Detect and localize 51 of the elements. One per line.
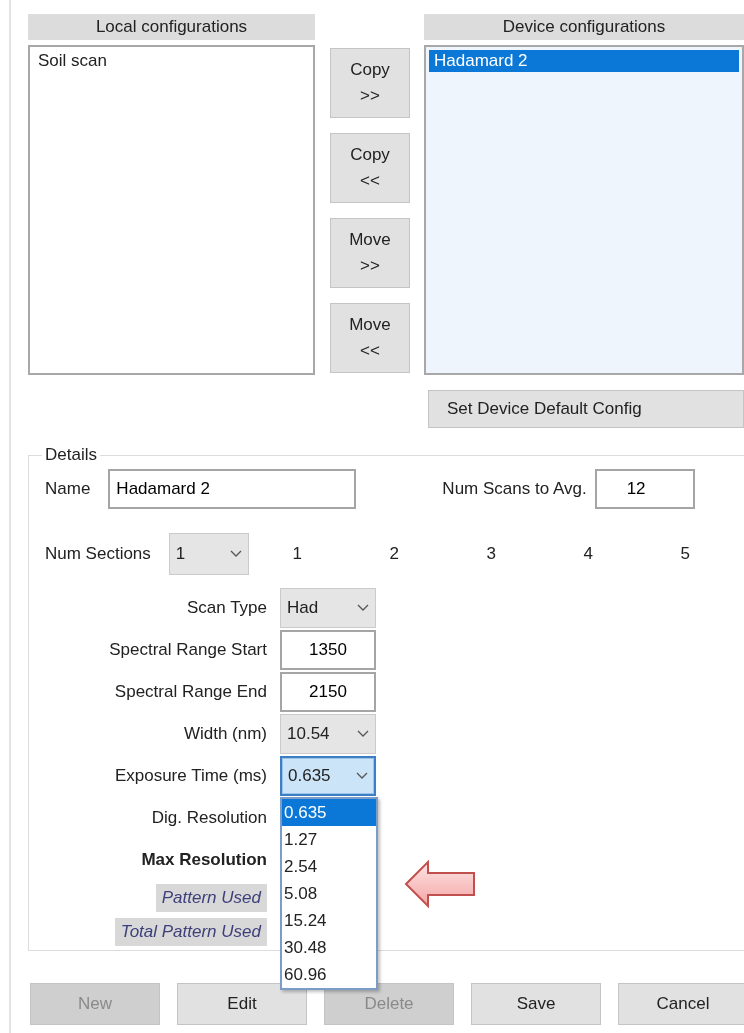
scans-field[interactable]: 12 [594, 469, 695, 509]
dropdown-option[interactable]: 5.08 [282, 880, 376, 907]
list-item[interactable]: Hadamard 2 [429, 50, 739, 72]
chevron-down-icon [357, 604, 369, 612]
value-dropdown[interactable]: Had [280, 588, 376, 628]
value-field[interactable]: 1350 [280, 630, 376, 670]
column-number: 3 [485, 544, 498, 564]
field-label: Max Resolution [140, 850, 267, 870]
transfer-button[interactable]: Move << [330, 303, 410, 373]
column-number: 4 [582, 544, 595, 564]
column-number: 2 [388, 544, 401, 564]
dropdown-option[interactable]: 1.27 [282, 826, 376, 853]
list-header: Local configurations [28, 14, 315, 40]
arrow-icon [404, 860, 476, 908]
pattern-label: Total Pattern Used [114, 918, 267, 946]
group-label: Details [44, 445, 98, 465]
device-config-list[interactable]: Hadamard 2 [424, 45, 744, 375]
local-config-list[interactable]: Soil scan [28, 45, 315, 375]
field-label: Exposure Time (ms) [113, 766, 267, 786]
action-button[interactable]: Edit [177, 983, 307, 1025]
scans-label: Num Scans to Avg. [442, 479, 587, 499]
dropdown-option[interactable]: 30.48 [282, 934, 376, 961]
column-number: 5 [679, 544, 692, 564]
name-field[interactable]: Hadamard 2 [108, 469, 357, 509]
chevron-down-icon [357, 730, 369, 738]
dropdown-option[interactable]: 15.24 [282, 907, 376, 934]
transfer-button[interactable]: Copy << [330, 133, 410, 203]
chevron-down-icon [356, 772, 368, 780]
transfer-button[interactable]: Copy >> [330, 48, 410, 118]
field-label: Width (nm) [182, 724, 267, 744]
field-label: Dig. Resolution [150, 808, 267, 828]
dropdown-option[interactable]: 2.54 [282, 853, 376, 880]
list-item[interactable]: Soil scan [33, 50, 310, 72]
value-field[interactable]: 2150 [280, 672, 376, 712]
action-button[interactable]: Save [471, 983, 601, 1025]
name-label: Name [45, 479, 91, 499]
sections-label: Num Sections [45, 544, 151, 564]
list-header: Device configurations [424, 14, 744, 40]
field-label: Spectral Range End [113, 682, 267, 702]
sections-dropdown[interactable]: 1 [168, 533, 249, 575]
column-number: 1 [291, 544, 304, 564]
field-label: Spectral Range Start [108, 640, 267, 660]
transfer-button[interactable]: Move >> [330, 218, 410, 288]
field-label: Scan Type [185, 598, 267, 618]
value-dropdown[interactable]: 10.54 [280, 714, 376, 754]
set-default-button[interactable]: Set Device Default Config [428, 390, 744, 428]
dropdown-option[interactable]: 0.635 [282, 799, 376, 826]
value-dropdown[interactable]: 0.635 [280, 756, 376, 796]
chevron-down-icon [229, 550, 242, 558]
action-button[interactable]: Cancel [618, 983, 744, 1025]
pattern-label: Pattern Used [155, 884, 267, 912]
